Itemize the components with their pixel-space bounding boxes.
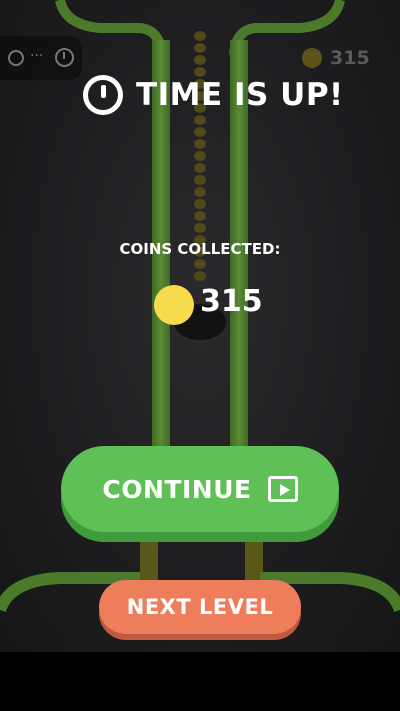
bottom-black-bar [0, 652, 400, 711]
dialog-title: TIME IS UP! [136, 77, 344, 113]
video-ad-icon [267, 476, 298, 502]
coins-collected-value: 315 [200, 284, 263, 319]
lives-ring-icon [8, 50, 24, 66]
next-level-button[interactable]: NEXT LEVEL [99, 580, 301, 634]
timer-icon [55, 48, 74, 67]
hud-score: 315 [330, 47, 370, 69]
hud-coin-icon [302, 48, 322, 68]
next-level-button-label: NEXT LEVEL [126, 595, 274, 619]
game-screen: ... 315 TIME IS UP! COINS COLLECTED: 315… [0, 0, 400, 652]
coin-icon [154, 285, 194, 325]
lives-dots: ... [30, 44, 44, 60]
time-up-header: TIME IS UP! [83, 70, 344, 120]
continue-button[interactable]: CONTINUE [61, 446, 339, 532]
clock-icon [83, 75, 123, 115]
continue-button-label: CONTINUE [102, 474, 252, 504]
coins-collected-label: COINS COLLECTED: [119, 240, 281, 258]
